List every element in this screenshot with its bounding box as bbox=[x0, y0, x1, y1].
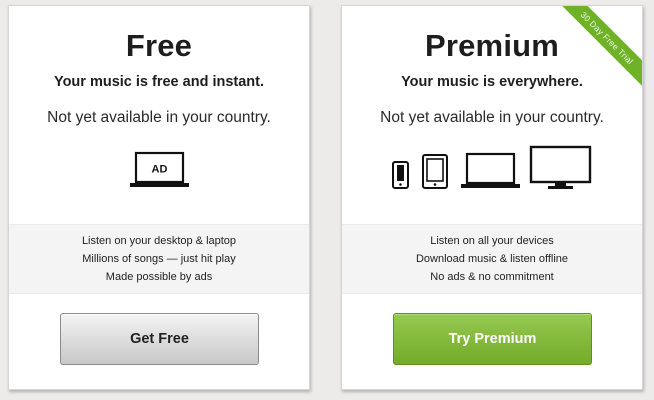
device-icons bbox=[342, 144, 642, 194]
try-premium-button[interactable]: Try Premium bbox=[393, 313, 592, 365]
plan-title: Free bbox=[125, 28, 193, 63]
feature-item: Download music & listen offline bbox=[415, 253, 569, 265]
feature-item: Millions of songs — just hit play bbox=[82, 253, 236, 265]
feature-item: Listen on all your devices bbox=[430, 235, 554, 247]
free-plan-card: Free Your music is free and instant. Not… bbox=[8, 5, 310, 390]
premium-plan-card: 30 Day Free Trial Premium Your music is … bbox=[341, 5, 643, 390]
laptop-icon bbox=[461, 152, 520, 188]
device-icons: AD bbox=[9, 144, 309, 194]
availability-notice: Not yet available in your country. bbox=[380, 109, 604, 126]
feature-item: Listen on your desktop & laptop bbox=[81, 235, 237, 247]
feature-item: No ads & no commitment bbox=[430, 271, 554, 283]
plan-tagline: Your music is free and instant. bbox=[53, 74, 265, 90]
ad-label: AD bbox=[152, 164, 168, 176]
plan-title: Premium bbox=[424, 28, 560, 63]
laptop-ad-icon: AD bbox=[130, 151, 189, 187]
availability-notice: Not yet available in your country. bbox=[47, 109, 271, 126]
feature-list: Listen on your desktop & laptop Millions… bbox=[9, 224, 309, 294]
monitor-icon bbox=[529, 145, 592, 189]
feature-item: Made possible by ads bbox=[105, 271, 213, 283]
tablet-icon bbox=[422, 154, 448, 189]
get-free-button[interactable]: Get Free bbox=[60, 313, 259, 365]
plan-tagline: Your music is everywhere. bbox=[401, 74, 583, 90]
feature-list: Listen on all your devices Download musi… bbox=[342, 224, 642, 294]
plan-comparison: Free Your music is free and instant. Not… bbox=[0, 0, 654, 400]
phone-icon bbox=[392, 161, 409, 189]
